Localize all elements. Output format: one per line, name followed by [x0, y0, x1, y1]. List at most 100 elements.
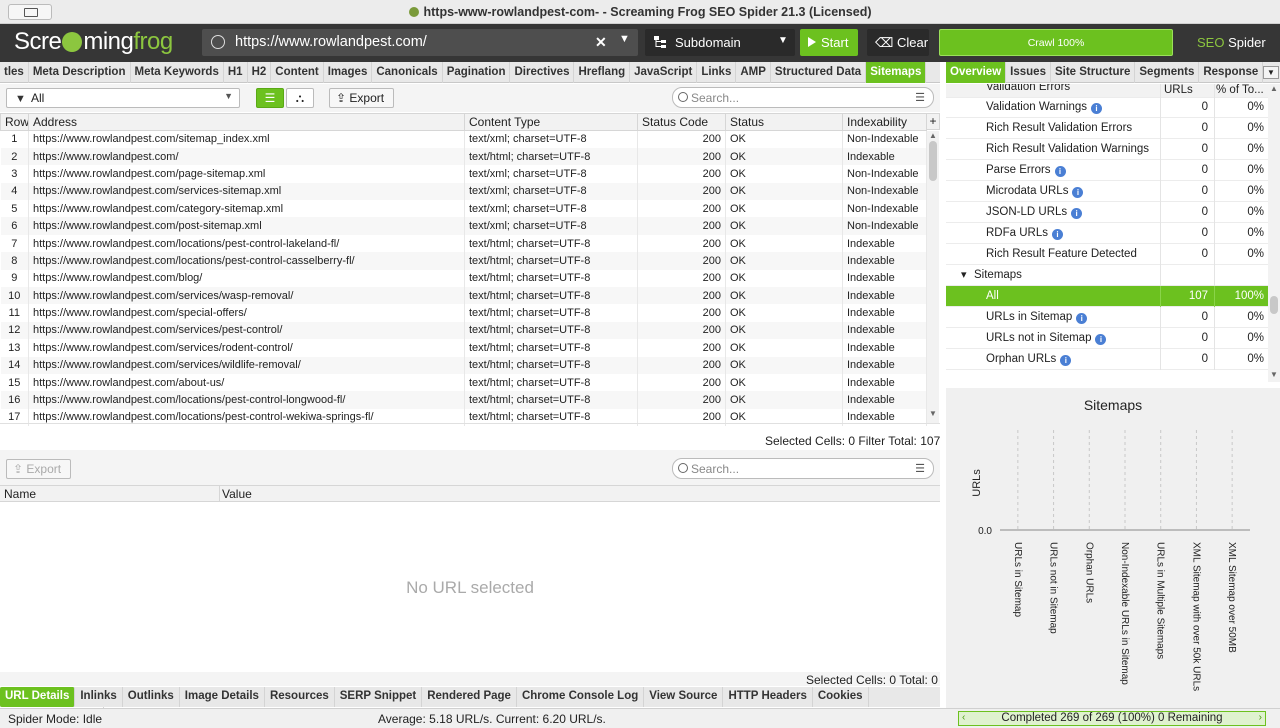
table-cell[interactable]: https://www.rowlandpest.com/sitemap_inde…	[28, 130, 465, 148]
bottom-tab-url-details[interactable]: URL Details	[0, 687, 76, 707]
clear-url-icon[interactable]: ✕	[595, 34, 607, 51]
table-cell[interactable]: OK	[725, 304, 843, 322]
start-button[interactable]: Start	[800, 29, 858, 56]
table-cell[interactable]: 200	[637, 269, 726, 288]
table-row[interactable]: 4 https://www.rowlandpest.com/services-si…	[0, 182, 927, 201]
table-cell[interactable]: text/html; charset=UTF-8	[464, 304, 638, 322]
table-cell[interactable]: OK	[725, 234, 843, 253]
table-row[interactable]: 9 https://www.rowlandpest.com/blog/text/h…	[0, 269, 927, 288]
table-cell[interactable]: 200	[637, 373, 726, 392]
bottom-tab-view-source[interactable]: View Source	[644, 687, 724, 707]
table-cell[interactable]: https://www.rowlandpest.com/	[28, 147, 465, 166]
info-icon[interactable]: i	[1076, 313, 1088, 324]
tab-links[interactable]: Links	[697, 62, 737, 83]
table-cell[interactable]: https://www.rowlandpest.com/post-sitemap…	[28, 217, 465, 235]
table-cell[interactable]: 200	[637, 165, 726, 183]
table-cell[interactable]: 9	[0, 269, 29, 288]
table-cell[interactable]: text/html; charset=UTF-8	[464, 269, 638, 288]
table-cell[interactable]: text/html; charset=UTF-8	[464, 321, 638, 340]
table-cell[interactable]: https://www.rowlandpest.com/locations/pe…	[28, 391, 465, 409]
table-row[interactable]: 16 https://www.rowlandpest.com/locations/…	[0, 391, 927, 409]
table-cell[interactable]: https://www.rowlandpest.com/services-sit…	[28, 182, 465, 201]
table-cell[interactable]: OK	[725, 391, 843, 409]
table-cell[interactable]: Non-Indexable	[842, 200, 927, 218]
table-cell[interactable]: OK	[725, 165, 843, 183]
table-cell[interactable]: 4	[0, 182, 29, 201]
url-text[interactable]: https://www.rowlandpest.com/	[235, 34, 427, 50]
tab-hreflang[interactable]: Hreflang	[574, 62, 631, 83]
tab-structured-data[interactable]: Structured Data	[771, 62, 867, 83]
tab-meta-keywords[interactable]: Meta Keywords	[131, 62, 224, 83]
table-cell[interactable]: Indexable	[842, 234, 927, 253]
table-cell[interactable]: text/xml; charset=UTF-8	[464, 165, 638, 183]
bottom-tab-cookies[interactable]: Cookies	[813, 687, 869, 707]
table-cell[interactable]: text/xml; charset=UTF-8	[464, 182, 638, 201]
tab-javascript[interactable]: JavaScript	[630, 62, 698, 83]
sliders-icon[interactable]: ☰	[915, 91, 925, 104]
table-row[interactable]: 14 https://www.rowlandpest.com/services/w…	[0, 356, 927, 374]
tab-content[interactable]: Content	[271, 62, 324, 83]
table-cell[interactable]: text/html; charset=UTF-8	[464, 234, 638, 253]
tab-sitemaps[interactable]: Sitemaps	[866, 62, 927, 83]
table-cell[interactable]: text/xml; charset=UTF-8	[464, 217, 638, 235]
add-column-button[interactable]: +	[926, 113, 940, 130]
table-cell[interactable]: https://www.rowlandpest.com/services/pes…	[28, 321, 465, 340]
scroll-down-icon[interactable]: ▼	[929, 409, 937, 418]
table-cell[interactable]: text/html; charset=UTF-8	[464, 252, 638, 270]
table-cell[interactable]: 1	[0, 130, 29, 148]
column-header-address[interactable]: Address	[28, 113, 465, 131]
table-cell[interactable]: https://www.rowlandpest.com/page-sitemap…	[28, 165, 465, 183]
table-row[interactable]: 15 https://www.rowlandpest.com/about-us/t…	[0, 373, 927, 392]
table-cell[interactable]: 7	[0, 234, 29, 253]
table-cell[interactable]: 200	[637, 252, 726, 270]
expand-caret-icon[interactable]: ▾	[961, 268, 967, 281]
overview-row[interactable]: All 107 100%	[946, 286, 1268, 307]
table-row[interactable]: 6 https://www.rowlandpest.com/post-sitema…	[0, 217, 927, 235]
table-cell[interactable]: 200	[637, 287, 726, 305]
table-cell[interactable]: 200	[637, 147, 726, 166]
right-tab-segments[interactable]: Segments	[1135, 62, 1200, 83]
tab-h2[interactable]: H2	[248, 62, 272, 83]
overview-row[interactable]: Parse Errors i 0 0%	[946, 160, 1268, 181]
table-cell[interactable]: https://www.rowlandpest.com/special-offe…	[28, 304, 465, 322]
table-cell[interactable]: 2	[0, 147, 29, 166]
info-icon[interactable]: i	[1095, 334, 1107, 345]
table-cell[interactable]: https://www.rowlandpest.com/services/was…	[28, 287, 465, 305]
bottom-tab-chrome-console-log[interactable]: Chrome Console Log	[517, 687, 645, 707]
url-input[interactable]: https://www.rowlandpest.com/ ✕ ▼	[202, 29, 638, 56]
table-cell[interactable]: Indexable	[842, 287, 927, 305]
table-cell[interactable]: text/html; charset=UTF-8	[464, 356, 638, 374]
table-cell[interactable]: Indexable	[842, 339, 927, 357]
table-cell[interactable]: https://www.rowlandpest.com/blog/	[28, 269, 465, 288]
table-cell[interactable]: Non-Indexable	[842, 217, 927, 235]
table-cell[interactable]: 200	[637, 182, 726, 201]
overview-row[interactable]: Validation Warnings i 0 0%	[946, 97, 1268, 118]
table-cell[interactable]: 15	[0, 373, 29, 392]
table-cell[interactable]: https://www.rowlandpest.com/services/rod…	[28, 339, 465, 357]
bottom-tab-http-headers[interactable]: HTTP Headers	[723, 687, 813, 707]
overview-row[interactable]: Orphan URLs i 0 0%	[946, 349, 1268, 370]
table-cell[interactable]: OK	[725, 130, 843, 148]
overview-row[interactable]: RDFa URLs i 0 0%	[946, 223, 1268, 244]
table-cell[interactable]: text/html; charset=UTF-8	[464, 339, 638, 357]
tab-tles[interactable]: tles	[0, 62, 29, 83]
table-cell[interactable]: OK	[725, 373, 843, 392]
scroll-down-icon[interactable]: ▼	[1270, 370, 1278, 379]
overview-row[interactable]: Microdata URLs i 0 0%	[946, 181, 1268, 202]
export-button[interactable]: ⇪ Export	[329, 88, 394, 108]
details-search-input[interactable]: Search... ☰	[672, 458, 934, 479]
overview-row[interactable]: URLs in Sitemap i 0 0%	[946, 307, 1268, 328]
details-col-name[interactable]: Name	[4, 487, 36, 501]
crawl-mode-select[interactable]: Subdomain ▼	[645, 29, 795, 56]
info-icon[interactable]: i	[1060, 355, 1072, 366]
table-row[interactable]: 12 https://www.rowlandpest.com/services/p…	[0, 321, 927, 340]
table-cell[interactable]: text/html; charset=UTF-8	[464, 373, 638, 392]
info-icon[interactable]: i	[1051, 229, 1063, 240]
table-cell[interactable]: OK	[725, 339, 843, 357]
table-cell[interactable]: 200	[637, 234, 726, 253]
tab-images[interactable]: Images	[324, 62, 373, 83]
column-header-status[interactable]: Status	[725, 113, 843, 131]
url-history-dropdown-icon[interactable]: ▼	[619, 33, 630, 45]
table-row[interactable]: 8 https://www.rowlandpest.com/locations/p…	[0, 252, 927, 270]
overview-row[interactable]: Rich Result Feature Detected 0 0%	[946, 244, 1268, 265]
